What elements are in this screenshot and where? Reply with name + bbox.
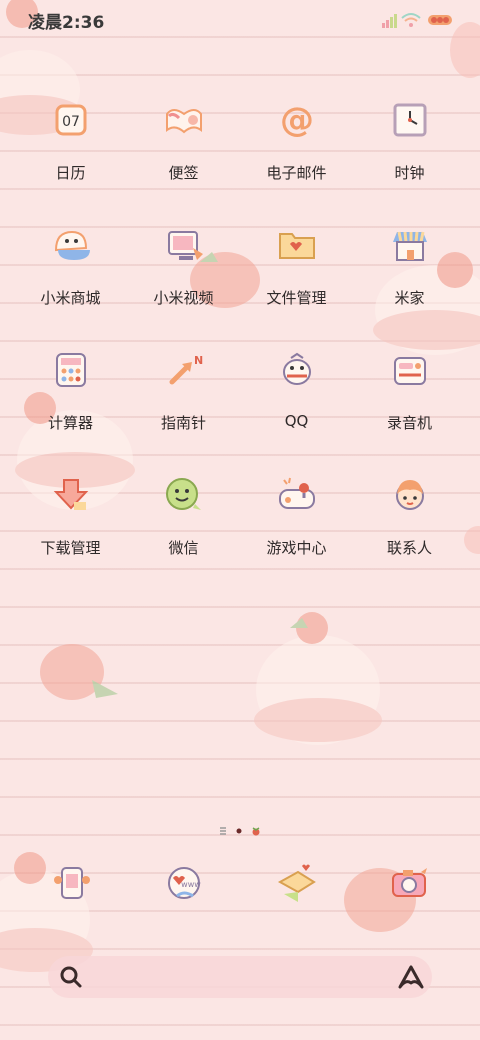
game-center-icon — [273, 471, 321, 519]
app-game-center[interactable]: 游戏中心 — [240, 465, 353, 590]
app-grid: 07 日历 便签 @ 电子邮件 时钟 小米商城 小米视频 文件管理 米家 计算器… — [14, 90, 466, 590]
qq-icon — [273, 346, 321, 394]
app-contacts[interactable]: 联系人 — [353, 465, 466, 590]
app-mi-home[interactable]: 米家 — [353, 215, 466, 340]
camera-icon — [391, 868, 427, 897]
menu-page-icon — [220, 827, 226, 835]
dock-messages[interactable] — [240, 862, 353, 904]
app-mi-video[interactable]: 小米视频 — [127, 215, 240, 340]
status-bar: 凌晨2:36 — [0, 0, 480, 40]
wechat-icon — [160, 471, 208, 519]
dock-phone[interactable] — [14, 862, 127, 904]
mi-video-icon — [160, 221, 208, 269]
assistant-icon[interactable] — [396, 963, 426, 991]
status-icons — [382, 13, 452, 28]
app-calculator[interactable]: 计算器 — [14, 340, 127, 465]
notes-icon — [160, 96, 208, 144]
app-email[interactable]: @ 电子邮件 — [240, 90, 353, 215]
app-label: 米家 — [394, 289, 425, 307]
calculator-icon — [47, 346, 95, 394]
email-icon: @ — [273, 96, 321, 144]
app-notes[interactable]: 便签 — [127, 90, 240, 215]
app-qq[interactable]: QQ — [240, 340, 353, 465]
app-label: 联系人 — [386, 539, 432, 557]
browser-icon: www — [167, 867, 201, 899]
dock: www — [14, 862, 466, 904]
app-label: 录音机 — [386, 414, 432, 432]
app-label: 游戏中心 — [266, 539, 327, 557]
dock-browser[interactable]: www — [127, 862, 240, 904]
search-bar[interactable] — [48, 956, 432, 998]
app-label: 微信 — [168, 539, 199, 557]
app-label: 文件管理 — [266, 289, 327, 307]
file-manager-icon — [273, 221, 321, 269]
app-label: QQ — [284, 412, 309, 430]
app-label: 日历 — [55, 164, 86, 182]
search-icon[interactable] — [58, 964, 84, 990]
messages-icon — [277, 864, 316, 902]
strawberry-page-icon — [252, 827, 260, 836]
page-indicator[interactable] — [212, 824, 268, 838]
app-label: 小米商城 — [40, 289, 101, 307]
calendar-icon: 07 — [47, 96, 95, 144]
email-at-symbol: @ — [280, 100, 314, 140]
battery-icon — [428, 15, 452, 25]
app-label: 电子邮件 — [266, 164, 327, 182]
contacts-icon — [386, 471, 434, 519]
recorder-icon — [386, 346, 434, 394]
clock-icon — [386, 96, 434, 144]
browser-www: www — [181, 880, 201, 889]
app-calendar[interactable]: 07 日历 — [14, 90, 127, 215]
wifi-icon — [401, 13, 421, 27]
phone-icon — [53, 867, 90, 899]
calendar-date: 07 — [62, 114, 80, 130]
app-label: 计算器 — [47, 414, 93, 432]
mi-home-icon — [386, 221, 434, 269]
app-wechat[interactable]: 微信 — [127, 465, 240, 590]
app-label: 下载管理 — [40, 539, 101, 557]
app-download-manager[interactable]: 下载管理 — [14, 465, 127, 590]
app-label: 便签 — [168, 164, 199, 182]
app-label: 小米视频 — [153, 289, 214, 307]
app-clock[interactable]: 时钟 — [353, 90, 466, 215]
app-recorder[interactable]: 录音机 — [353, 340, 466, 465]
app-compass[interactable]: N 指南针 — [127, 340, 240, 465]
page-dot-current — [236, 828, 242, 834]
status-time: 凌晨2:36 — [28, 13, 105, 33]
svg-text:N: N — [194, 354, 203, 367]
app-label: 时钟 — [394, 164, 425, 182]
dock-camera[interactable] — [353, 862, 466, 904]
app-mi-store[interactable]: 小米商城 — [14, 215, 127, 340]
mi-store-icon — [47, 221, 95, 269]
compass-icon: N — [160, 346, 208, 394]
app-label: 指南针 — [160, 414, 206, 432]
app-file-manager[interactable]: 文件管理 — [240, 215, 353, 340]
signal-icon — [382, 14, 397, 28]
download-manager-icon — [47, 471, 95, 519]
